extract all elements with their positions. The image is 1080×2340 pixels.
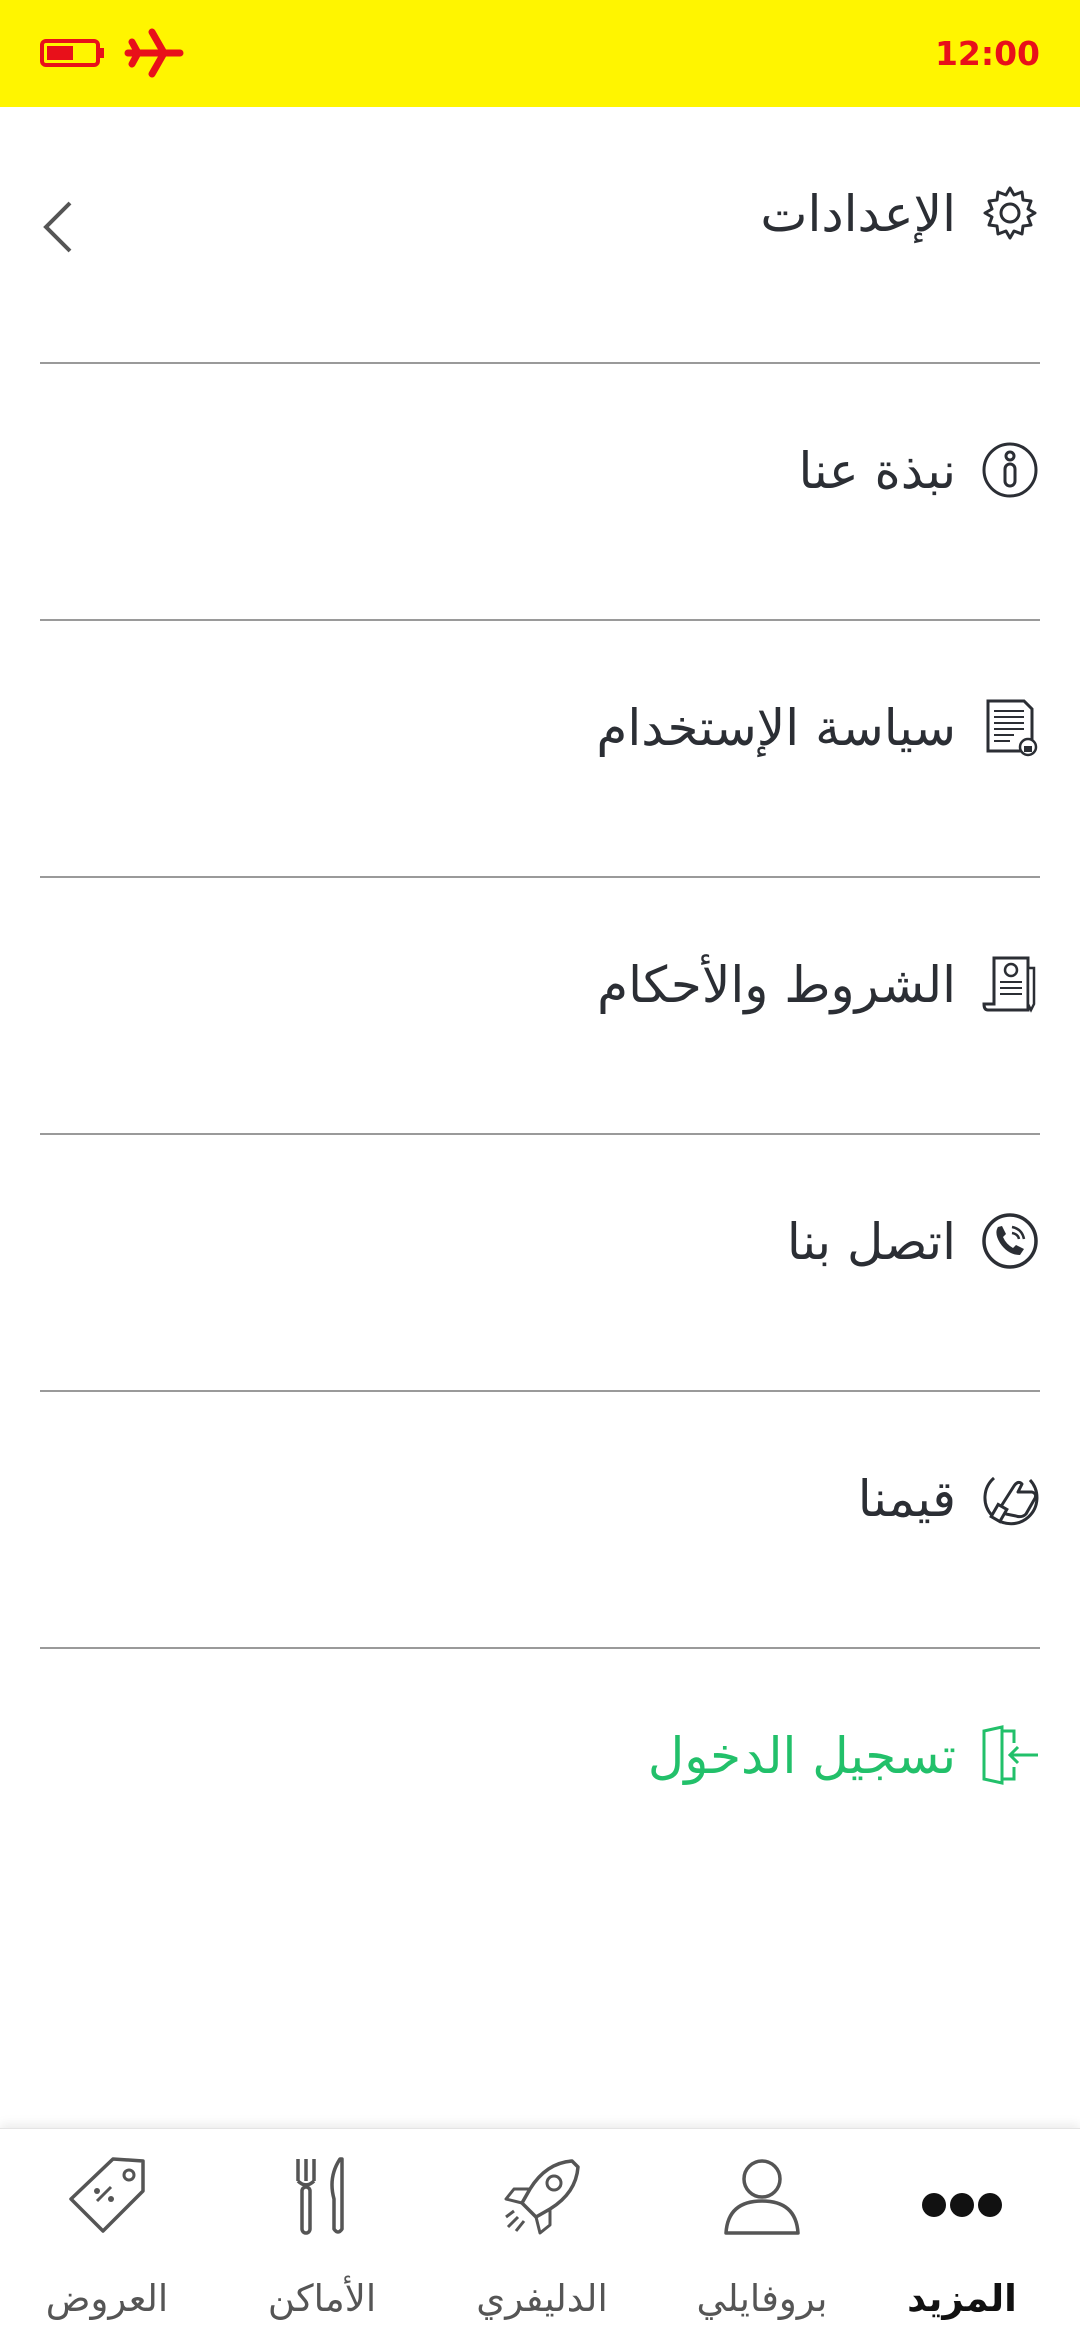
menu-item-terms[interactable]: الشروط والأحكام [40, 878, 1040, 1135]
phone-icon [982, 1213, 1038, 1269]
info-icon [982, 442, 1038, 498]
tab-label: الدليفري [476, 2277, 608, 2320]
tab-more[interactable]: المزيد [862, 2129, 1062, 2340]
rocket-icon [504, 2159, 580, 2235]
gear-icon [983, 186, 1037, 240]
chevron-left-icon[interactable] [40, 199, 74, 255]
menu-item-label: اتصل بنا [786, 1213, 956, 1271]
menu-item-label: سياسة الإستخدام [596, 699, 956, 757]
thumbs-up-icon [983, 1476, 1039, 1526]
menu-item-about[interactable]: نبذة عنا [40, 364, 1040, 621]
airplane-mode-icon [124, 28, 184, 78]
tab-label: العروض [45, 2277, 169, 2320]
tab-label: المزيد [907, 2277, 1017, 2320]
tab-label: الأماكن [267, 2277, 377, 2320]
more-dots-icon [922, 2193, 1002, 2217]
tab-places[interactable]: الأماكن [222, 2129, 422, 2340]
menu-item-label: قيمنا [857, 1470, 956, 1528]
clock: 12:00 [934, 34, 1040, 73]
menu-item-label: الشروط والأحكام [597, 956, 956, 1014]
menu-item-contact-us[interactable]: اتصل بنا [40, 1135, 1040, 1392]
price-tag-icon [69, 2157, 145, 2233]
menu-item-label: نبذة عنا [798, 442, 957, 500]
menu-item-usage-policy[interactable]: سياسة الإستخدام [40, 621, 1040, 878]
menu-item-label: الإعدادات [760, 185, 956, 243]
tab-profile[interactable]: بروفايلي [662, 2129, 862, 2340]
bottom-tab-bar: المزيد بروفايلي الدليفري الأماكن العروض [0, 2128, 1080, 2340]
login-icon [982, 1725, 1038, 1785]
status-bar: 12:00 [0, 0, 1080, 107]
contract-pen-icon [982, 956, 1036, 1013]
menu-item-label: تسجيل الدخول [647, 1727, 956, 1785]
document-lock-icon [986, 699, 1038, 757]
tab-label: بروفايلي [696, 2277, 828, 2320]
tab-offers[interactable]: العروض [7, 2129, 207, 2340]
menu-item-login[interactable]: تسجيل الدخول [40, 1649, 1040, 1906]
fork-knife-icon [296, 2157, 344, 2235]
menu-item-rate-us[interactable]: قيمنا [40, 1392, 1040, 1649]
user-icon [724, 2159, 800, 2235]
tab-delivery[interactable]: الدليفري [442, 2129, 642, 2340]
battery-icon [40, 39, 104, 67]
more-menu: الإعدادات نبذة عنا سياسة الإستخدام الشرو… [40, 107, 1040, 1906]
menu-item-settings[interactable]: الإعدادات [40, 107, 1040, 364]
